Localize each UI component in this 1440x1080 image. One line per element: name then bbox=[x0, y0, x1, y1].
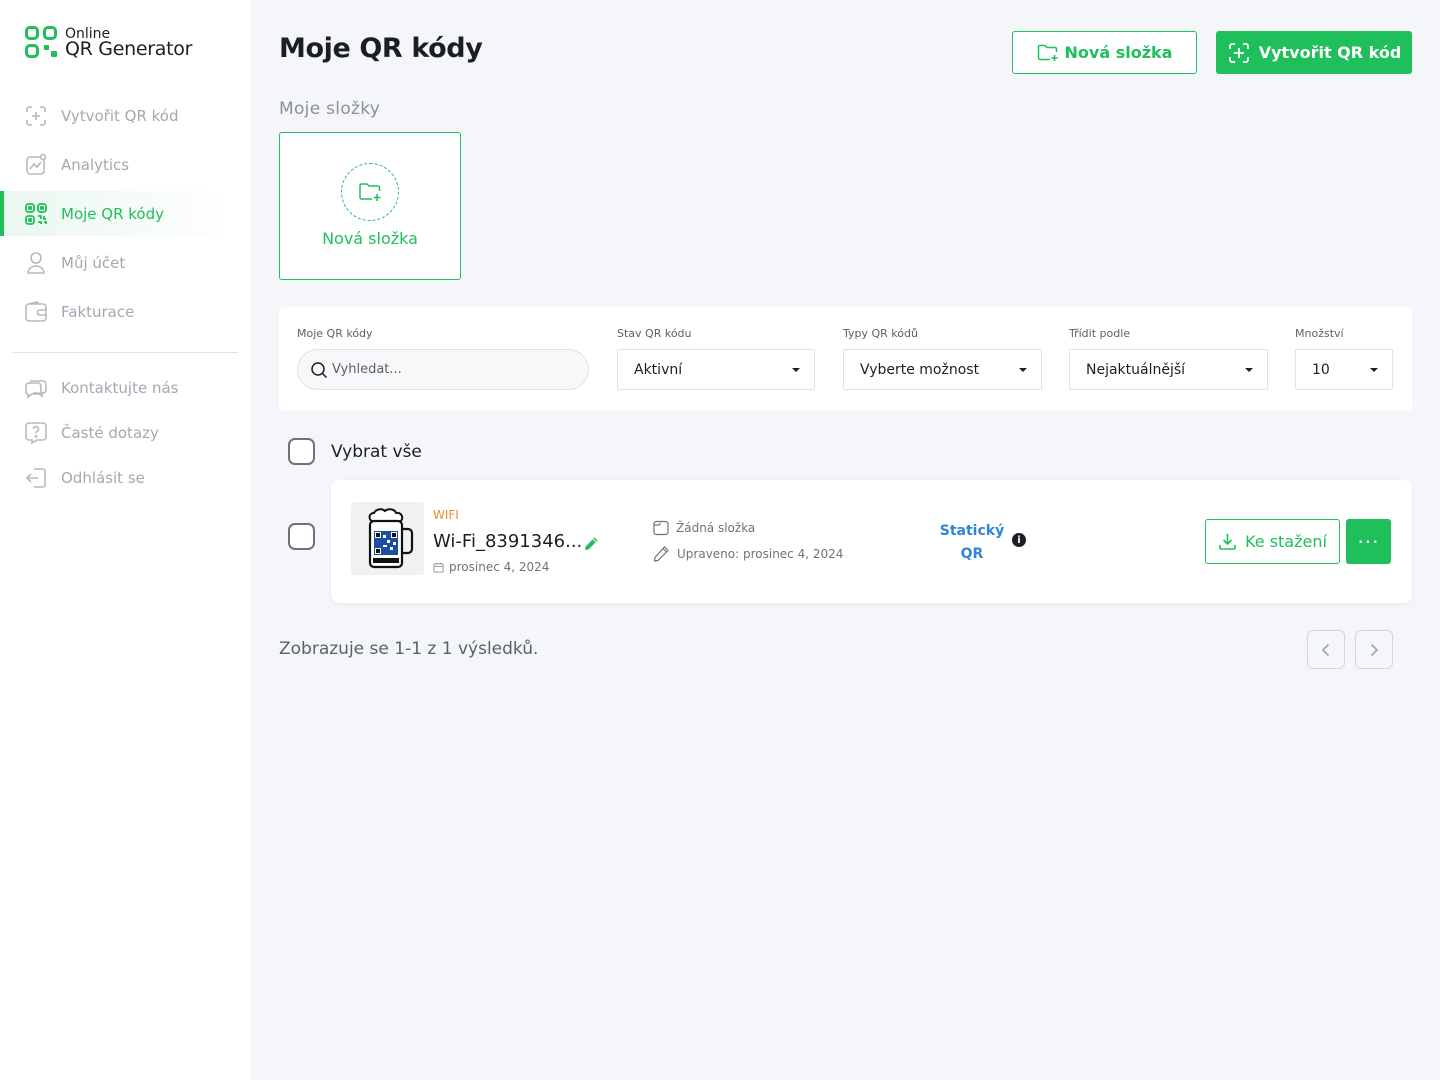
user-icon bbox=[24, 251, 48, 275]
sidebar-item-label: Vytvořit QR kód bbox=[61, 106, 179, 125]
sort-select[interactable]: Nejaktuálnější bbox=[1069, 349, 1268, 390]
folder-circle bbox=[341, 163, 399, 221]
sidebar-item-logout[interactable]: Odhlásit se bbox=[0, 457, 250, 498]
create-qr-button-label: Vytvořit QR kód bbox=[1258, 43, 1402, 62]
types-select[interactable]: Vyberte možnost bbox=[843, 349, 1042, 390]
info-icon[interactable]: i bbox=[1012, 533, 1026, 547]
sidebar-secondary-nav: Kontaktujte nás Časté dotazy Odhlásit se bbox=[0, 367, 250, 502]
page-title: Moje QR kódy bbox=[279, 33, 483, 64]
status-label: Stav QR kódu bbox=[617, 327, 692, 340]
search-icon bbox=[311, 361, 328, 378]
folder-plus-icon bbox=[1037, 44, 1058, 61]
download-icon bbox=[1219, 534, 1236, 550]
folder-icon bbox=[653, 520, 669, 536]
logout-icon bbox=[24, 466, 48, 490]
create-qr-button[interactable]: Vytvořit QR kód bbox=[1216, 31, 1412, 74]
new-folder-card[interactable]: Nová složka bbox=[279, 132, 461, 280]
sidebar-item-my-qr-codes[interactable]: Moje QR kódy bbox=[0, 191, 236, 236]
qr-created-date: prosinec 4, 2024 bbox=[433, 560, 549, 574]
chevron-down-icon bbox=[1245, 367, 1253, 372]
qr-folder-text: Žádná složka bbox=[676, 521, 756, 535]
status-select-value: Aktivní bbox=[634, 361, 683, 378]
sidebar-item-label: Fakturace bbox=[61, 302, 135, 321]
results-count: Zobrazuje se 1-1 z 1 výsledků. bbox=[279, 639, 539, 659]
sidebar-item-label: Můj účet bbox=[61, 253, 126, 272]
download-button[interactable]: Ke stažení bbox=[1205, 519, 1340, 564]
sidebar-item-label: Kontaktujte nás bbox=[61, 378, 179, 397]
download-button-label: Ke stažení bbox=[1245, 532, 1327, 551]
qr-created-date-text: prosinec 4, 2024 bbox=[449, 560, 550, 574]
qr-kind-badge: Statický QR bbox=[937, 520, 1007, 566]
new-folder-button[interactable]: Nová složka bbox=[1012, 31, 1197, 74]
quantity-select[interactable]: 10 bbox=[1295, 349, 1393, 390]
logo[interactable]: Online QR Generator bbox=[25, 26, 193, 60]
sidebar-nav: Vytvořit QR kód Analytics Moje QR kódy M… bbox=[0, 93, 250, 338]
qr-plus-icon bbox=[24, 104, 48, 128]
folders-section-label: Moje složky bbox=[279, 99, 381, 119]
search-input[interactable] bbox=[332, 362, 572, 377]
more-options-button[interactable]: ··· bbox=[1346, 519, 1391, 564]
sidebar-item-my-account[interactable]: Můj účet bbox=[0, 240, 250, 285]
previous-page-button[interactable] bbox=[1307, 630, 1345, 669]
row-checkbox[interactable] bbox=[288, 523, 315, 550]
logo-icon bbox=[25, 26, 59, 58]
qr-kind-line1: Statický bbox=[939, 523, 1005, 539]
sidebar-item-create-qr[interactable]: Vytvořit QR kód bbox=[0, 93, 250, 138]
sidebar-item-faq[interactable]: Časté dotazy bbox=[0, 412, 250, 453]
qr-type-label: WIFI bbox=[433, 508, 459, 522]
qr-name[interactable]: Wi-Fi_8391346... bbox=[433, 531, 582, 552]
qr-code-card: WIFI Wi-Fi_8391346... prosinec 4, 2024 Ž… bbox=[331, 480, 1412, 603]
chart-icon bbox=[24, 153, 48, 177]
calendar-icon bbox=[433, 562, 444, 573]
sidebar-item-label: Moje QR kódy bbox=[61, 204, 165, 223]
sidebar-item-label: Odhlásit se bbox=[61, 468, 145, 487]
sidebar-item-label: Analytics bbox=[61, 155, 130, 174]
select-all: Vybrat vše bbox=[288, 438, 422, 465]
chevron-right-icon bbox=[1370, 643, 1379, 656]
select-all-label: Vybrat vše bbox=[331, 441, 422, 462]
qr-modified: Upraveno: prosinec 4, 2024 bbox=[653, 545, 843, 562]
pencil-icon[interactable] bbox=[582, 535, 600, 553]
logo-line2: QR Generator bbox=[65, 38, 193, 60]
filter-panel: Moje QR kódy Stav QR kódu Aktivní Typy Q… bbox=[279, 307, 1412, 411]
new-folder-button-label: Nová složka bbox=[1064, 43, 1173, 62]
select-all-checkbox[interactable] bbox=[288, 438, 315, 465]
sidebar-item-analytics[interactable]: Analytics bbox=[0, 142, 250, 187]
search-field[interactable] bbox=[297, 349, 589, 390]
status-select[interactable]: Aktivní bbox=[617, 349, 815, 390]
sidebar-item-contact[interactable]: Kontaktujte nás bbox=[0, 367, 250, 408]
quantity-label: Množství bbox=[1295, 327, 1344, 340]
sidebar-item-label: Časté dotazy bbox=[61, 423, 159, 442]
chevron-left-icon bbox=[1321, 643, 1330, 656]
types-label: Typy QR kódů bbox=[843, 327, 918, 340]
qr-kind-line2: QR bbox=[960, 546, 984, 562]
sort-select-value: Nejaktuálnější bbox=[1086, 361, 1186, 378]
qr-thumbnail[interactable] bbox=[351, 502, 424, 575]
qr-folder: Žádná složka bbox=[653, 520, 755, 536]
folder-plus-icon bbox=[359, 183, 381, 201]
sidebar-item-billing[interactable]: Fakturace bbox=[0, 289, 250, 334]
sort-label: Třídit podle bbox=[1069, 327, 1131, 340]
new-folder-card-label: Nová složka bbox=[322, 229, 418, 248]
wallet-icon bbox=[24, 300, 48, 324]
chevron-down-icon bbox=[1370, 367, 1378, 372]
chat-icon bbox=[24, 376, 48, 400]
types-select-value: Vyberte možnost bbox=[860, 361, 980, 378]
row-checkbox-wrap bbox=[288, 523, 315, 550]
pencil-outline-icon bbox=[653, 546, 669, 562]
qr-codes-icon bbox=[24, 202, 48, 226]
chevron-down-icon bbox=[792, 367, 800, 372]
next-page-button[interactable] bbox=[1355, 630, 1393, 669]
search-label: Moje QR kódy bbox=[297, 327, 373, 340]
beer-mug-qr-icon bbox=[368, 507, 413, 568]
chevron-down-icon bbox=[1019, 367, 1027, 372]
qr-plus-icon bbox=[1228, 42, 1249, 63]
qr-modified-text: Upraveno: prosinec 4, 2024 bbox=[677, 546, 844, 561]
more-icon: ··· bbox=[1357, 529, 1380, 554]
sidebar: Online QR Generator Vytvořit QR kód Anal… bbox=[0, 0, 250, 1080]
sidebar-divider bbox=[13, 352, 238, 353]
quantity-select-value: 10 bbox=[1312, 361, 1330, 378]
question-icon bbox=[24, 421, 48, 445]
